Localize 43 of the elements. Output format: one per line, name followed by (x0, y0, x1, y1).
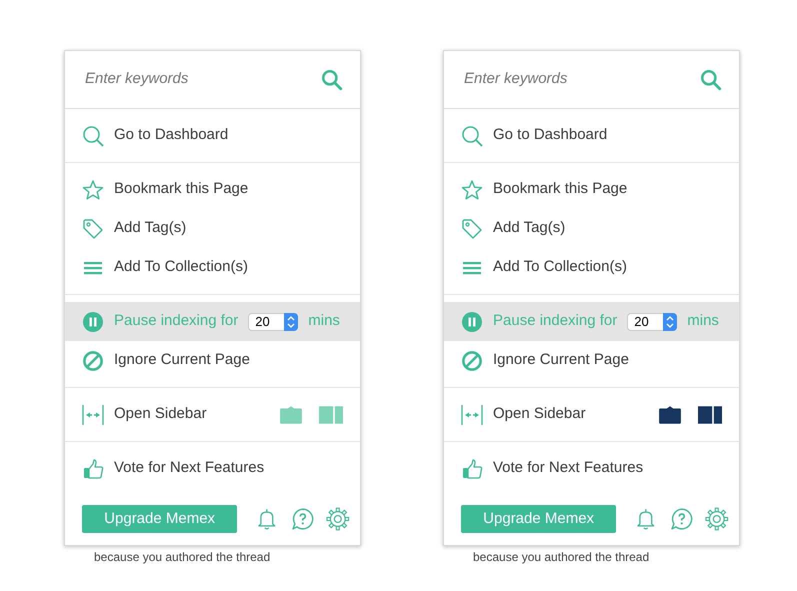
search-icon (82, 124, 104, 146)
menu-item[interactable]: Go to Dashboard (65, 116, 360, 155)
search-icon (461, 124, 483, 146)
tag-icon (461, 218, 483, 240)
menu-item[interactable]: Vote for Next Features (444, 449, 739, 488)
minutes-field[interactable]: 20 (248, 312, 284, 330)
menu-item[interactable]: Add To Collection(s) (444, 248, 739, 287)
search-field[interactable]: Enter keywords (462, 67, 699, 92)
search-icon[interactable] (320, 68, 344, 92)
settings-icon[interactable] (705, 507, 729, 531)
menu-item[interactable]: Ignore Current Page (444, 341, 739, 380)
help-icon[interactable] (670, 507, 694, 531)
menu-item[interactable]: Vote for Next Features (65, 449, 360, 488)
menu-item[interactable]: Add Tag(s) (444, 209, 739, 248)
minutes-field[interactable]: 20 (627, 312, 664, 330)
search-icon[interactable] (699, 68, 723, 92)
menu-item[interactable]: Add Tag(s) (65, 209, 360, 248)
thumbs-up-icon (82, 458, 104, 480)
thumbs-up-icon (461, 458, 483, 480)
menu-item[interactable]: Pause indexing for 20 mins (65, 302, 360, 341)
page-text: because you authored the thread (472, 549, 650, 566)
star-icon (461, 178, 483, 200)
menu-item[interactable]: Go to Dashboard (444, 116, 739, 155)
menu-item[interactable]: Bookmark this Page (444, 170, 739, 209)
menu-item[interactable]: Ignore Current Page (65, 341, 360, 380)
menu-item[interactable]: Bookmark this Page (65, 170, 360, 209)
expand-arrows-icon (82, 404, 104, 426)
pause-icon (461, 310, 483, 332)
block-icon (82, 350, 104, 372)
expand-arrows-icon (461, 404, 483, 426)
tag-icon (82, 218, 104, 240)
block-icon (461, 350, 483, 372)
search-field[interactable]: Enter keywords (83, 67, 320, 92)
pause-icon (82, 310, 104, 332)
spinner-icon[interactable] (663, 312, 678, 330)
menu-item[interactable]: Open Sidebar (444, 395, 739, 434)
menu-item[interactable]: Add To Collection(s) (65, 248, 360, 287)
page-text: because you authored the thread (93, 549, 272, 566)
menu-item[interactable]: Pause indexing for 20 mins (444, 302, 739, 341)
spinner-icon[interactable] (284, 312, 298, 330)
settings-icon[interactable] (326, 507, 350, 531)
star-icon (82, 178, 104, 200)
help-icon[interactable] (290, 507, 314, 531)
